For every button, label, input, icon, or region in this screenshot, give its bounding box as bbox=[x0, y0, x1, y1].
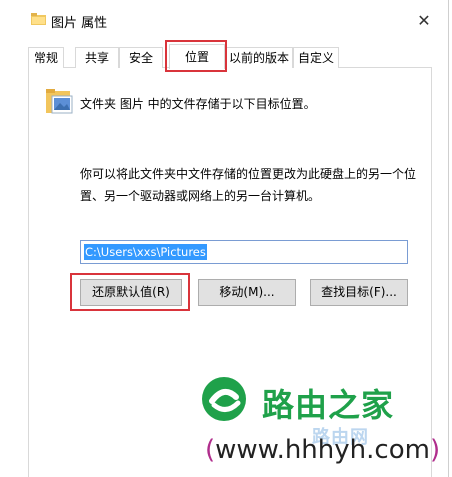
title-bar: 图片 属性 ✕ bbox=[0, 0, 448, 40]
close-button[interactable]: ✕ bbox=[408, 6, 440, 34]
router-home-logo-icon bbox=[202, 377, 246, 421]
brand-text: 路由之家 bbox=[262, 386, 395, 424]
path-selected-text: C:\Users\xxs\Pictures bbox=[84, 244, 207, 260]
folder-icon bbox=[31, 13, 46, 25]
restore-default-button[interactable]: 还原默认值(R) bbox=[80, 279, 182, 306]
properties-window: 图片 属性 ✕ 常规 共享 安全 位置 以前的版本 自定义 文件夹 图片 中的文… bbox=[0, 0, 449, 477]
tab-sharing[interactable]: 共享 bbox=[75, 47, 119, 68]
url-text: www.hhhyh.com bbox=[215, 435, 430, 465]
location-path-field[interactable]: C:\Users\xxs\Pictures bbox=[80, 240, 408, 264]
tab-previous-versions[interactable]: 以前的版本 bbox=[225, 47, 293, 68]
url-open-paren: ( bbox=[205, 435, 216, 465]
tab-location[interactable]: 位置 bbox=[169, 44, 225, 69]
location-explanation: 你可以将此文件夹中文件存储的位置更改为此硬盘上的另一个位置、另一个驱动器或网络上… bbox=[80, 167, 417, 203]
tab-customize[interactable]: 自定义 bbox=[293, 47, 339, 68]
url-close-paren: ) bbox=[429, 435, 441, 465]
tab-security[interactable]: 安全 bbox=[119, 47, 163, 68]
site-url: (www.hhhyh.com) bbox=[205, 435, 440, 465]
move-button[interactable]: 移动(M)... bbox=[198, 279, 296, 306]
tab-general[interactable]: 常规 bbox=[28, 47, 64, 68]
location-description: 文件夹 图片 中的文件存储于以下目标位置。 bbox=[80, 97, 316, 111]
window-title: 图片 属性 bbox=[51, 16, 108, 31]
find-target-button[interactable]: 查找目标(F)... bbox=[310, 279, 408, 306]
pictures-folder-icon bbox=[46, 89, 73, 114]
close-icon: ✕ bbox=[417, 10, 431, 30]
